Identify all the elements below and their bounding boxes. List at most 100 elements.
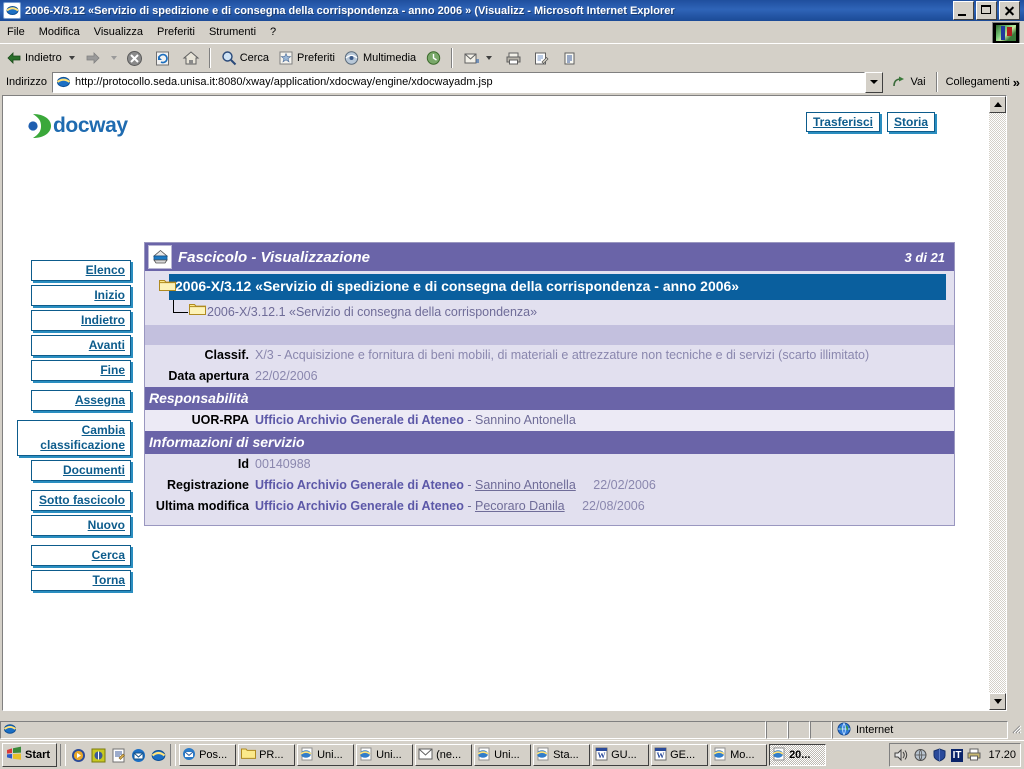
menu-item-help[interactable]: ? [263,24,283,40]
task-button[interactable]: W GU... [592,744,650,766]
ie-icon [477,747,491,764]
top-nav-buttons: Trasferisci Storia [799,112,935,132]
scroll-down-button[interactable] [989,693,1006,710]
media-player-icon[interactable] [69,746,87,764]
go-label: Vai [910,76,926,88]
sidebar-item-cambia-classificazione[interactable]: Cambia classificazione [17,420,131,456]
sidebar-item-nuovo[interactable]: Nuovo [31,515,131,536]
search-button[interactable]: Cerca [215,46,272,70]
notepad-icon[interactable] [109,746,127,764]
back-button[interactable]: Indietro [0,46,65,70]
edit-icon [530,47,552,69]
history-button[interactable] [419,46,447,70]
tree-row-child[interactable]: 2006-X/3.12.1 «Servizio di consegna dell… [145,300,954,325]
print-button[interactable] [499,46,527,70]
volume-icon[interactable] [894,747,910,763]
sidebar-item-cerca[interactable]: Cerca [31,545,131,566]
start-button[interactable]: Start [2,743,58,767]
menu-item-modifica[interactable]: Modifica [32,24,87,40]
window-titlebar: 2006-X/3.12 «Servizio di spedizione e di… [0,0,1024,21]
task-button[interactable]: Pos... [179,744,237,766]
internet-explorer-icon[interactable] [149,746,167,764]
sidebar-item-assegna[interactable]: Assegna [31,390,131,411]
sidebar-item-indietro[interactable]: Indietro [31,310,131,331]
word-icon: W [654,747,667,764]
media-button[interactable]: Multimedia [338,46,419,70]
task-button[interactable]: Sta... [533,744,591,766]
stop-icon [124,47,146,69]
tree-main-label: 2006-X/3.12 «Servizio di spedizione e di… [169,274,946,300]
refresh-button[interactable] [149,46,177,70]
sidebar-item-torna[interactable]: Torna [31,570,131,591]
scrollbar-track[interactable] [989,113,1006,693]
address-separator [935,72,938,92]
stop-button[interactable] [121,46,149,70]
task-label: (ne... [436,749,462,761]
network-icon[interactable] [913,747,929,763]
shield-icon[interactable] [932,747,948,763]
outlook-express-icon[interactable] [129,746,147,764]
registrazione-person-link[interactable]: Sannino Antonella [475,478,576,492]
favorites-button[interactable]: Preferiti [272,46,338,70]
mail-dropdown-icon[interactable] [486,56,493,60]
security-zone: Internet [832,721,1008,739]
vertical-scrollbar[interactable] [989,96,1006,710]
discuss-button[interactable] [555,46,583,70]
menu-item-file[interactable]: File [0,24,32,40]
toolbar-separator [208,48,211,68]
sidebar-item-avanti[interactable]: Avanti [31,335,131,356]
language-indicator[interactable]: IT [950,748,964,762]
maximize-button[interactable] [976,1,997,20]
field-row-data-apertura: Data apertura 22/02/2006 [145,366,954,387]
address-input[interactable]: http://protocollo.seda.unisa.it:8080/xwa… [51,71,866,93]
task-button[interactable]: Uni... [297,744,355,766]
docway-logo: docway [25,112,128,140]
task-button[interactable]: W GE... [651,744,709,766]
uor-separator: - [467,413,472,427]
forward-button[interactable] [79,46,107,70]
sidebar-item-elenco[interactable]: Elenco [31,260,131,281]
task-button[interactable]: (ne... [415,744,473,766]
go-button[interactable]: Vai [886,71,931,93]
task-button[interactable]: Mo... [710,744,768,766]
menu-item-visualizza[interactable]: Visualizza [87,24,150,40]
transfer-button[interactable]: Trasferisci [805,112,880,132]
task-button-active[interactable]: 20... [769,744,827,766]
task-label: Uni... [494,749,520,761]
desktop-icon[interactable] [89,746,107,764]
field-label-id: Id [237,457,249,471]
sidebar-item-sotto-fascicolo[interactable]: Sotto fascicolo [31,490,131,511]
print-icon [502,47,524,69]
home-button[interactable] [177,46,205,70]
folder-icon [159,278,176,296]
close-button[interactable] [999,1,1020,20]
history-button-page[interactable]: Storia [886,112,935,132]
field-value-classif: X/3 - Acquisizione e fornitura di beni m… [255,348,870,362]
menu-item-strumenti[interactable]: Strumenti [202,24,263,40]
edit-button[interactable] [527,46,555,70]
task-button[interactable]: Uni... [356,744,414,766]
back-dropdown-icon[interactable] [68,56,75,60]
links-button[interactable]: Collegamenti » [942,75,1024,90]
sidebar-item-documenti[interactable]: Documenti [31,460,131,481]
mail-button[interactable] [457,46,499,70]
task-button[interactable]: PR... [238,744,296,766]
globe-icon [837,722,851,739]
sidebar-item-fine[interactable]: Fine [31,360,131,381]
address-dropdown-icon[interactable] [865,71,884,93]
tree-row-selected[interactable]: 2006-X/3.12 «Servizio di spedizione e di… [145,274,954,300]
task-button[interactable]: Uni... [474,744,532,766]
forward-dropdown-icon[interactable] [110,56,117,60]
ultima-modifica-person-link[interactable]: Pecoraro Danila [475,499,565,513]
scroll-up-button[interactable] [989,96,1006,113]
resize-grip[interactable] [1008,721,1024,739]
search-label: Cerca [239,52,270,64]
taskbar-clock[interactable]: 17.20 [988,749,1016,761]
menu-item-preferiti[interactable]: Preferiti [150,24,202,40]
taskbar-separator-2 [170,744,177,766]
sidebar-item-inizio[interactable]: Inizio [31,285,131,306]
printer-icon[interactable] [966,747,982,763]
status-panel-1 [766,721,788,739]
minimize-button[interactable] [953,1,974,20]
uor-office: Ufficio Archivio Generale di Ateneo [255,413,464,427]
